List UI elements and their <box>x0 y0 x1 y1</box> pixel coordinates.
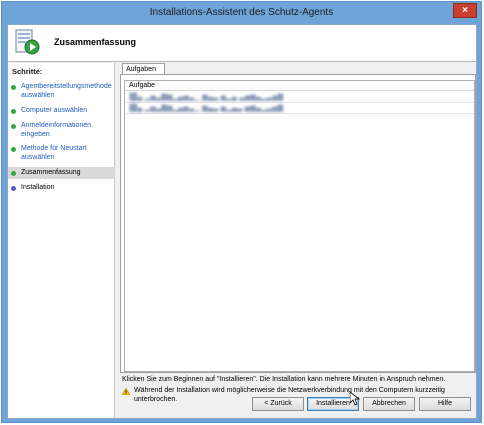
wizard-window: Installations-Assistent des Schutz-Agent… <box>1 1 482 423</box>
page-title: Zusammenfassung <box>54 37 137 47</box>
back-button[interactable]: < Zurück <box>252 397 304 411</box>
step-done-icon <box>11 171 16 176</box>
table-row[interactable]: ▐█▄ ▂▅▃▇▆▂▄▅▃▁ ▆▄▃ ▅▂▄ ▃▅▆▄▂▃▅▇ <box>125 92 474 103</box>
install-info-text: Klicken Sie zum Beginnen auf "Installier… <box>122 376 446 383</box>
step-summary[interactable]: Zusammenfassung <box>8 167 115 179</box>
wizard-header: Zusammenfassung <box>8 25 476 62</box>
step-done-icon <box>11 124 16 129</box>
step-label: Zusammenfassung <box>21 169 81 176</box>
column-header-task[interactable]: Aufgabe <box>125 81 474 91</box>
window-title: Installations-Assistent des Schutz-Agent… <box>149 7 334 18</box>
task-cell: ▐█▄ ▂▅▃▇▆▂▄▅▃▁ ▆▄▃ ▅▂▄ ▃▅▆▄▂▃▅▇ <box>127 94 284 101</box>
warning-icon <box>122 388 130 395</box>
step-done-icon <box>11 109 16 114</box>
mouse-cursor-icon <box>350 392 360 406</box>
step-select-computers[interactable]: Computer auswählen <box>8 107 115 117</box>
steps-panel: Schritte: Agentbereitstellungsmethode au… <box>8 63 115 418</box>
title-bar[interactable]: Installations-Assistent des Schutz-Agent… <box>2 2 481 24</box>
tasks-grid: Aufgabe ▐█▄ ▂▅▃▇▆▂▄▅▃▁ ▆▄▃ ▅▂▄ ▃▅▆▄▂▃▅▇ … <box>124 80 475 372</box>
step-restart-method[interactable]: Methode für Neustart auswählen <box>8 145 115 163</box>
step-label: Computer auswählen <box>21 107 88 114</box>
step-installation: Installation <box>8 184 115 194</box>
table-row[interactable]: ▐█▄ ▂▅▃▇▆▂▄▅▃▁ ▆▄▃ ▅▂▄▃ ▅▆▄▂▃▅▇ <box>125 103 474 114</box>
close-button[interactable]: × <box>453 3 477 18</box>
wizard-page-icon <box>15 29 40 55</box>
task-cell: ▐█▄ ▂▅▃▇▆▂▄▅▃▁ ▆▄▃ ▅▂▄▃ ▅▆▄▂▃▅▇ <box>127 105 284 112</box>
wizard-client-area: Zusammenfassung Schritte: Agentbereitste… <box>7 24 477 419</box>
tab-panel: Aufgabe ▐█▄ ▂▅▃▇▆▂▄▅▃▁ ▆▄▃ ▅▂▄ ▃▅▆▄▂▃▅▇ … <box>120 74 476 373</box>
step-label: Methode für Neustart auswählen <box>21 145 87 161</box>
cancel-button[interactable]: Abbrechen <box>363 397 415 411</box>
step-label: Installation <box>21 184 55 191</box>
step-agent-deployment-method[interactable]: Agentbereitstellungsmethode auswählen <box>8 83 115 101</box>
step-done-icon <box>11 85 16 90</box>
steps-heading: Schritte: <box>12 67 43 76</box>
help-button[interactable]: Hilfe <box>419 397 471 411</box>
step-pending-icon <box>11 186 16 191</box>
step-enter-credentials[interactable]: Anmeldeinformationen eingeben <box>8 122 115 140</box>
step-done-icon <box>11 147 16 152</box>
step-label: Anmeldeinformationen eingeben <box>21 122 92 138</box>
step-label: Agentbereitstellungsmethode auswählen <box>21 83 112 99</box>
